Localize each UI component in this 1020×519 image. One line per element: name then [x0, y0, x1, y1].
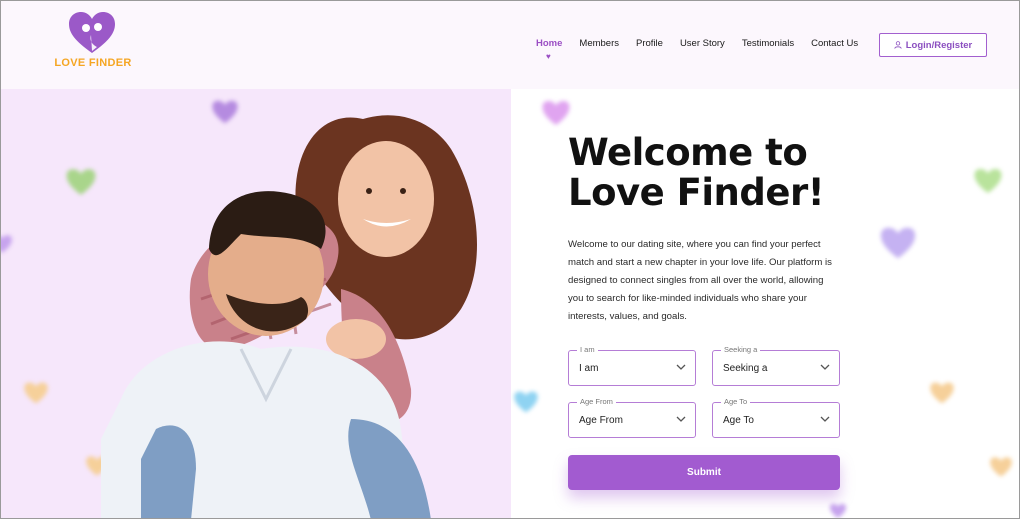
age-to-value: Age To [723, 415, 754, 426]
hero-title: Welcome to Love Finder! [568, 131, 825, 214]
submit-button[interactable]: Submit [568, 455, 840, 490]
decor-heart-icon [990, 457, 1012, 477]
decor-heart-icon [542, 101, 570, 125]
chevron-down-icon [676, 416, 686, 422]
decor-heart-icon [514, 391, 538, 413]
page: LOVE FINDER Home ♥ Members Profile User … [0, 0, 1020, 519]
user-icon [894, 41, 902, 49]
iam-select[interactable]: I am I am [568, 345, 696, 386]
heart-couple-icon [69, 12, 115, 53]
nav-testimonials[interactable]: Testimonials [742, 38, 794, 49]
seeking-value: Seeking a [723, 363, 768, 374]
decor-heart-icon [974, 169, 1002, 193]
brand-name: LOVE FINDER [54, 57, 132, 69]
decor-heart-icon [1, 235, 12, 253]
active-heart-icon: ♥ [546, 52, 551, 61]
nav-profile[interactable]: Profile [636, 38, 663, 49]
chevron-down-icon [820, 416, 830, 422]
seeking-label: Seeking a [721, 345, 761, 354]
nav-members[interactable]: Members [579, 38, 619, 49]
seeking-select[interactable]: Seeking a Seeking a [712, 345, 840, 386]
decor-heart-icon [66, 169, 96, 195]
login-register-button[interactable]: Login/Register [879, 33, 987, 57]
decor-heart-icon [24, 382, 48, 404]
age-from-value: Age From [579, 415, 623, 426]
age-from-select[interactable]: Age From Age From [568, 397, 696, 438]
hero-image-panel [1, 89, 511, 518]
hero-title-line2: Love Finder! [568, 171, 825, 214]
login-register-label: Login/Register [905, 39, 973, 51]
nav-home-label: Home [536, 38, 563, 49]
nav-user-story[interactable]: User Story [680, 38, 725, 49]
age-to-select[interactable]: Age To Age To [712, 397, 840, 438]
hero-title-line1: Welcome to [568, 131, 808, 174]
header: LOVE FINDER Home ♥ Members Profile User … [1, 1, 1019, 89]
decor-heart-icon [880, 227, 916, 259]
age-to-label: Age To [721, 397, 751, 406]
hero-description: Welcome to our dating site, where you ca… [568, 239, 832, 322]
decor-heart-icon [930, 382, 954, 404]
age-from-label: Age From [577, 397, 616, 406]
couple-illustration [101, 115, 478, 518]
iam-value: I am [579, 363, 599, 374]
main-nav: Home ♥ Members Profile User Story Testim… [536, 38, 875, 61]
decor-heart-icon [830, 503, 846, 518]
nav-contact-us[interactable]: Contact Us [811, 38, 858, 49]
logo[interactable]: LOVE FINDER [53, 11, 133, 73]
chevron-down-icon [820, 364, 830, 370]
chevron-down-icon [676, 364, 686, 370]
iam-label: I am [577, 345, 598, 354]
nav-home[interactable]: Home ♥ [536, 38, 563, 61]
